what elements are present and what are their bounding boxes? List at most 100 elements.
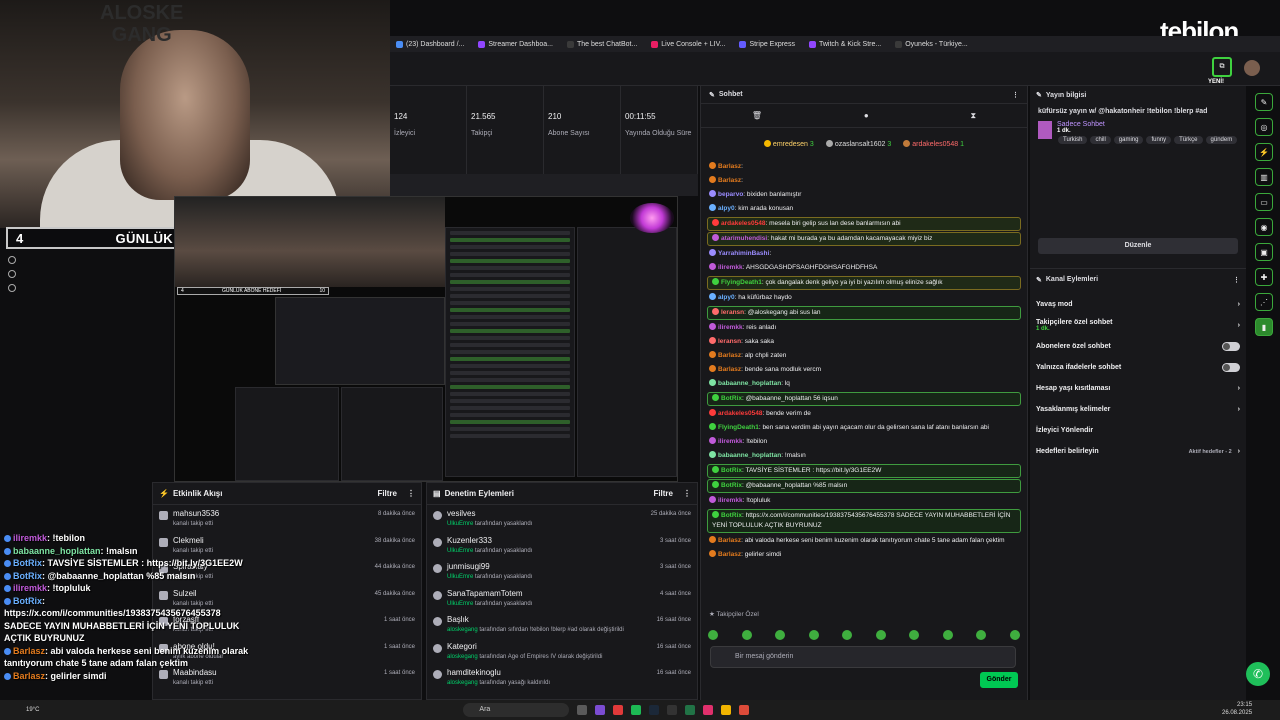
chat-username[interactable]: leransn (718, 338, 741, 345)
settings-icon[interactable] (8, 284, 16, 292)
chat-username[interactable]: YarrahiminBashi (718, 250, 769, 257)
toggle-switch[interactable] (1222, 342, 1240, 351)
more-icon[interactable]: ⋮ (683, 489, 691, 498)
history-icon[interactable] (8, 270, 16, 278)
channel-action-item[interactable]: Yavaş mod › (1030, 294, 1246, 315)
stream-tag[interactable]: Türkçe (1174, 136, 1203, 144)
chat-username[interactable]: FlyingDeath1 (721, 279, 762, 286)
emote[interactable] (875, 630, 886, 640)
chrome-icon[interactable] (739, 705, 750, 715)
active-green-icon[interactable]: ▮ (1255, 318, 1273, 336)
excel-icon[interactable] (685, 705, 696, 715)
chat-username[interactable]: iliremkk (718, 324, 743, 331)
channel-action-item[interactable]: Hesap yaşı kısıtlaması › (1030, 378, 1246, 399)
chat-username[interactable]: iliremkk (718, 438, 743, 445)
support-chat-icon[interactable]: ✆ (1246, 662, 1270, 686)
instagram-icon[interactable] (703, 705, 714, 715)
emote[interactable] (775, 630, 786, 640)
browser-tab[interactable]: Stripe Express (739, 40, 795, 48)
stream-tag[interactable]: Turkish (1058, 136, 1088, 144)
chat-username[interactable]: Barlasz (718, 177, 741, 184)
stream-tag[interactable]: funny (1146, 136, 1172, 144)
chat-bubble-icon[interactable]: ● (864, 111, 869, 120)
chat-username[interactable]: Barlasz (718, 551, 741, 558)
browser-tab[interactable]: Twitch & Kick Stre... (808, 40, 881, 48)
stream-tag[interactable]: gündem (1205, 136, 1238, 144)
browser-tab[interactable]: Live Console + LIV... (651, 40, 725, 48)
spotify-icon[interactable] (631, 705, 642, 715)
chat-username[interactable]: Barlasz (718, 537, 741, 544)
channel-action-item[interactable]: Hedefleri belirleyin Aktif hedefler - 2 › (1030, 441, 1246, 462)
chat-icon[interactable]: ▭ (1255, 193, 1273, 211)
more-icon[interactable]: ⋮ (407, 489, 415, 498)
channel-action-item[interactable]: Abonelere özel sohbet (1030, 336, 1246, 357)
emote[interactable] (1009, 630, 1020, 640)
stream-tag[interactable]: gaming (1113, 136, 1144, 144)
emote[interactable] (976, 630, 987, 640)
chat-username[interactable]: Barlasz (718, 163, 741, 170)
moderator-name[interactable]: aloskegang (447, 654, 478, 660)
chat-username[interactable]: babaanne_hoplattan (718, 452, 781, 459)
chat-username[interactable]: Barlasz (718, 352, 741, 359)
target-icon[interactable]: ◎ (1255, 118, 1273, 136)
chat-username[interactable]: ardakeles0548 (721, 220, 765, 227)
chat-username[interactable]: alpy0 (718, 205, 735, 212)
moderator-name[interactable]: UlkuEmre (447, 521, 473, 527)
app-icon[interactable] (595, 705, 606, 715)
chat-username[interactable]: iliremkk (718, 497, 743, 504)
new-feature-icon[interactable]: ⧉ (1212, 57, 1232, 77)
moderator-name[interactable]: UlkuEmre (447, 548, 473, 554)
chat-username[interactable]: babaanne_hoplattan (718, 380, 781, 387)
hourglass-icon[interactable]: ⧗ (970, 111, 976, 121)
chat-username[interactable]: iliremkk (718, 264, 743, 271)
emote[interactable] (808, 630, 819, 640)
chat-username[interactable]: BotRix (721, 467, 742, 474)
send-button[interactable]: Gönder (980, 672, 1018, 688)
app-icon[interactable] (577, 705, 588, 715)
emote[interactable] (909, 630, 920, 640)
lightning-icon[interactable]: ⚡ (1255, 143, 1273, 161)
steam-icon[interactable] (649, 705, 660, 715)
chat-username[interactable]: beparvo (718, 191, 743, 198)
toggle-switch[interactable] (1222, 363, 1240, 372)
folder-icon[interactable] (721, 705, 732, 715)
taskbar-search[interactable]: Ara (463, 703, 570, 717)
chat-username[interactable]: atarimuhendisi (721, 235, 767, 242)
moderator-name[interactable]: aloskegang (447, 627, 478, 633)
app-icon[interactable] (613, 705, 624, 715)
screen-icon[interactable]: ▣ (1255, 243, 1273, 261)
trash-icon[interactable]: ▥ (1255, 168, 1273, 186)
stream-tag[interactable]: chill (1090, 136, 1111, 144)
emote[interactable] (741, 630, 752, 640)
gifter-name[interactable]: ozaslansalt1602 (835, 141, 886, 148)
gifter-name[interactable]: ardakeles0548 (912, 141, 958, 148)
avatar[interactable] (1244, 60, 1260, 76)
chat-input[interactable]: Bir mesaj gönderin (710, 646, 1016, 668)
moderator-name[interactable]: aloskegang (447, 680, 478, 686)
moderator-name[interactable]: UlkuEmre (447, 574, 473, 580)
category-name[interactable]: Sadece Sohbet (1057, 121, 1105, 128)
clock-icon[interactable] (8, 256, 16, 264)
channel-action-item[interactable]: Yalnızca ifadelerle sohbet (1030, 357, 1246, 378)
chat-username[interactable]: BotRix (721, 512, 742, 519)
activity-filter-button[interactable]: Filtre (377, 489, 397, 498)
channel-action-item[interactable]: İzleyici Yönlendir (1030, 420, 1246, 441)
chat-username[interactable]: leransn (721, 309, 744, 316)
chat-username[interactable]: Barlasz (718, 366, 741, 373)
wrench-icon[interactable]: ✚ (1255, 268, 1273, 286)
channel-action-item[interactable]: Takipçilere özel sohbet 1 dk. › (1030, 315, 1246, 336)
gifter-name[interactable]: emredesen (773, 141, 808, 148)
moderator-name[interactable]: UlkuEmre (447, 601, 473, 607)
edit-button[interactable]: Düzenle (1038, 238, 1238, 254)
chat-username[interactable]: FlyingDeath1 (718, 424, 759, 431)
browser-tab[interactable]: Oyuneks - Türkiye... (895, 40, 968, 48)
share-icon[interactable]: ⋰ (1255, 293, 1273, 311)
emote[interactable] (708, 630, 718, 640)
browser-tab[interactable]: The best ChatBot... (566, 40, 637, 48)
chat-username[interactable]: alpy0 (718, 294, 735, 301)
emote[interactable] (942, 630, 953, 640)
chat-username[interactable]: BotRix (721, 395, 742, 402)
app-icon[interactable] (667, 705, 678, 715)
browser-tab[interactable]: (23) Dashboard /... (396, 40, 464, 48)
weather-widget[interactable]: 19°C (26, 707, 39, 713)
